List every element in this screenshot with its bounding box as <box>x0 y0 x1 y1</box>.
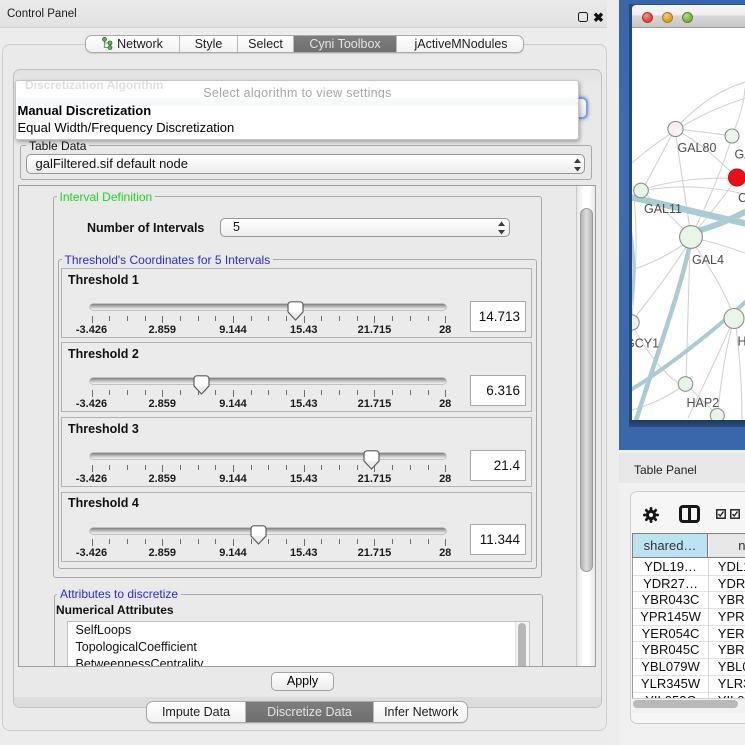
svg-text:GCY1: GCY1 <box>632 336 659 350</box>
svg-text:GAL11: GAL11 <box>644 202 682 216</box>
svg-text:GAL4: GAL4 <box>692 253 724 267</box>
svg-text:HAP2: HAP2 <box>686 396 719 410</box>
svg-text:GAL7: GAL7 <box>734 147 745 161</box>
svg-text:GAL80: GAL80 <box>677 141 716 155</box>
svg-text:HIS4: HIS4 <box>737 334 745 348</box>
svg-text:CRM1: CRM1 <box>738 191 745 205</box>
